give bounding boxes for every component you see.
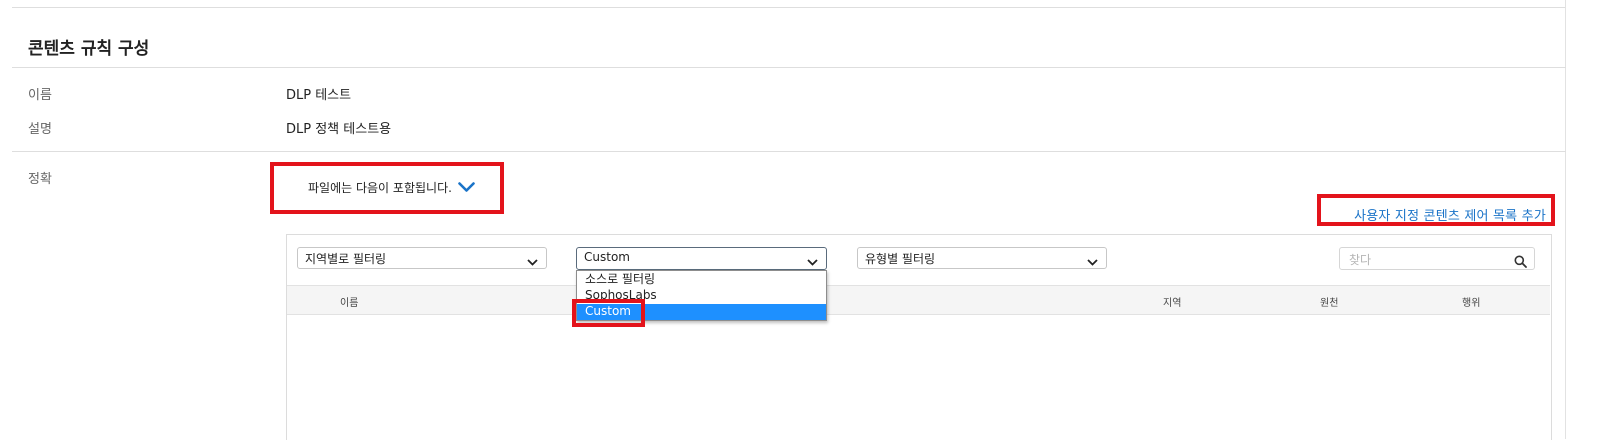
- column-header-region[interactable]: 지역: [1163, 294, 1181, 309]
- top-divider: [12, 7, 1566, 8]
- region-filter-select[interactable]: 지역별로 필터링: [297, 247, 547, 269]
- contains-toggle[interactable]: 파일에는 다음이 포함됩니다.: [308, 179, 475, 196]
- region-filter-value: 지역별로 필터링: [305, 252, 387, 266]
- dropdown-option-filter-by-source[interactable]: 소스로 필터링: [577, 272, 826, 288]
- source-filter-value: Custom: [584, 250, 630, 264]
- add-custom-content-list-link[interactable]: 사용자 지정 콘텐츠 제어 목록 추가: [1354, 205, 1546, 224]
- description-value: DLP 정책 테스트용: [286, 122, 392, 137]
- source-filter-select[interactable]: Custom: [576, 247, 827, 270]
- chevron-down-icon: [807, 255, 818, 269]
- column-header-name[interactable]: 이름: [340, 294, 358, 309]
- contains-text: 파일에는 다음이 포함됩니다.: [308, 181, 452, 195]
- name-value: DLP 테스트: [286, 88, 352, 103]
- type-filter-select[interactable]: 유형별 필터링: [857, 247, 1107, 269]
- chevron-down-icon: [458, 182, 475, 193]
- title-divider: [12, 67, 1566, 68]
- description-label: 설명: [28, 122, 52, 137]
- right-border: [1565, 0, 1566, 439]
- name-label: 이름: [28, 88, 52, 103]
- fields-divider: [12, 151, 1566, 152]
- table-header: 이름 지역 원천 행위: [287, 285, 1550, 315]
- page-title: 콘텐츠 규칙 구성: [28, 39, 150, 59]
- search-box[interactable]: 찾다: [1339, 247, 1535, 270]
- chevron-down-icon: [1087, 255, 1098, 269]
- accuracy-label: 정확: [28, 172, 52, 187]
- custom-option-highlight-box: [572, 299, 645, 327]
- type-filter-value: 유형별 필터링: [865, 252, 936, 266]
- search-icon[interactable]: [1514, 253, 1527, 272]
- column-header-action[interactable]: 행위: [1462, 294, 1480, 309]
- search-input[interactable]: 찾다: [1349, 251, 1371, 268]
- chevron-down-icon: [527, 255, 538, 269]
- column-header-source[interactable]: 원천: [1320, 294, 1338, 309]
